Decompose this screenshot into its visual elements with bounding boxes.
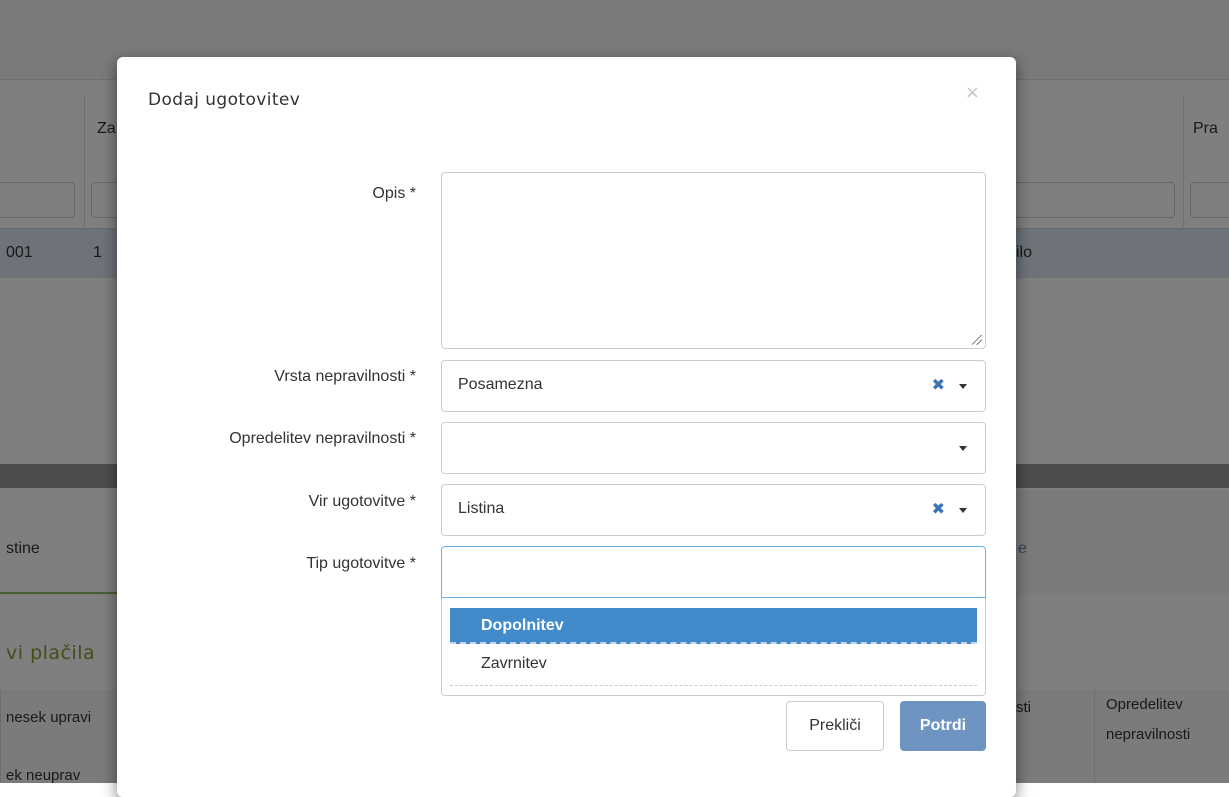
close-icon[interactable]: × [959,81,986,104]
dropdown-separator [450,685,977,686]
clear-icon[interactable]: ✖ [932,375,945,394]
add-finding-dialog: Dodaj ugotovitev × Opis * Vrsta nepravil… [117,57,1016,797]
opis-textarea[interactable] [441,172,986,349]
confirm-button[interactable]: Potrdi [900,701,986,751]
chevron-down-icon[interactable] [959,508,967,513]
dialog-title: Dodaj ugotovitev [148,90,301,110]
opredelitev-label: Opredelitev nepravilnosti * [229,430,416,447]
chevron-down-icon[interactable] [959,384,967,389]
vrsta-value: Posamezna [458,376,543,393]
opredelitev-select[interactable] [441,422,986,474]
tip-select-search[interactable] [441,546,986,598]
opis-label: Opis * [372,185,416,202]
dropdown-option-zavrnitev[interactable]: Zavrnitev [450,646,977,682]
resize-grip-icon[interactable] [972,335,982,345]
tip-label: Tip ugotovitve * [306,555,416,572]
vrsta-label: Vrsta nepravilnosti * [274,368,416,385]
vir-value: Listina [458,500,505,517]
vir-select[interactable]: Listina ✖ [441,484,986,536]
tip-dropdown-list: Dopolnitev Zavrnitev [441,598,986,696]
dropdown-option-dopolnitev[interactable]: Dopolnitev [450,608,977,644]
chevron-down-icon[interactable] [959,446,967,451]
vir-label: Vir ugotovitve * [308,493,416,510]
cancel-button[interactable]: Prekliči [786,701,884,751]
clear-icon[interactable]: ✖ [932,499,945,518]
vrsta-select[interactable]: Posamezna ✖ [441,360,986,412]
